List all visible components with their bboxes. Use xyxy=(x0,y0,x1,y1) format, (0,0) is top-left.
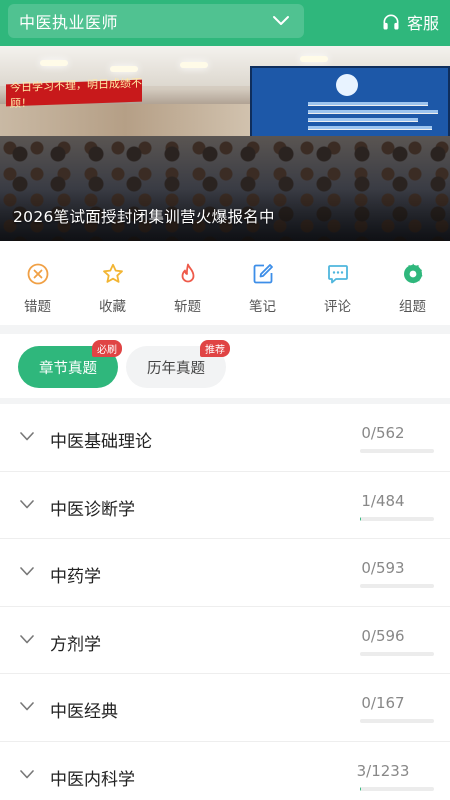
chapter-row[interactable]: 中医内科学 3/1233 xyxy=(0,742,450,800)
quick-action-label: 评论 xyxy=(324,299,351,315)
quick-action-label: 组题 xyxy=(399,299,426,315)
exam-selector-label: 中医执业医师 xyxy=(19,13,119,32)
chapter-name: 中药学 xyxy=(50,567,101,587)
question-type-tabs: 章节真题 必刷 历年真题 推荐 xyxy=(0,334,450,398)
chapter-row[interactable]: 中医经典 0/167 xyxy=(0,674,450,742)
flame-icon xyxy=(181,263,194,283)
quick-action-comments[interactable]: 评论 xyxy=(300,241,375,325)
chevron-down-icon xyxy=(273,16,289,25)
tab-chapter-questions[interactable]: 章节真题 必刷 xyxy=(18,340,122,388)
chevron-down-icon xyxy=(20,769,34,778)
top-bar: 中医执业医师 客服 xyxy=(0,0,450,46)
quick-action-compose[interactable]: 组题 xyxy=(375,241,450,325)
screen-line xyxy=(308,126,432,130)
chevron-down-icon xyxy=(20,702,34,711)
banner-projection-screen xyxy=(250,66,450,138)
quick-action-label: 收藏 xyxy=(99,299,126,315)
quick-action-wrong[interactable]: 错题 xyxy=(0,241,75,325)
gear-icon xyxy=(403,263,423,284)
star-icon xyxy=(102,263,123,283)
chapter-progress-bar xyxy=(360,719,434,723)
screen-logo xyxy=(336,74,358,96)
chevron-down-icon xyxy=(20,499,34,508)
chapter-list: 中医基础理论 0/562 中医诊断学 1/484 中药学 0/593 方剂学 0… xyxy=(0,404,450,800)
banner-lamp xyxy=(300,56,328,62)
chapter-name: 中医诊断学 xyxy=(50,499,135,520)
tab-past-papers[interactable]: 历年真题 推荐 xyxy=(126,340,230,388)
banner-caption: 2026笔试面授封闭集训营火爆报名中 xyxy=(13,208,275,226)
chapter-progress-bar xyxy=(360,449,434,453)
chapter-name: 中医经典 xyxy=(50,702,118,722)
exam-selector[interactable]: 中医执业医师 xyxy=(8,4,304,38)
tab-badge: 推荐 xyxy=(200,340,230,357)
section-divider xyxy=(0,325,450,334)
quick-action-label: 斩题 xyxy=(174,299,201,315)
headphones-icon xyxy=(383,14,399,30)
chevron-down-icon xyxy=(20,432,34,441)
chapter-progress-bar xyxy=(360,584,434,588)
tab-label: 章节真题 xyxy=(39,360,97,377)
comment-icon xyxy=(327,265,348,284)
chapter-row[interactable]: 方剂学 0/596 xyxy=(0,607,450,674)
chevron-down-icon xyxy=(20,634,34,643)
chapter-progress-count: 0/596 xyxy=(361,626,405,645)
banner-lamp xyxy=(180,62,208,68)
banner-slogan-sign: 今日学习不理，明日成绩不顾！ xyxy=(6,77,142,110)
chapter-progress-count: 0/593 xyxy=(361,559,405,577)
quick-action-label: 错题 xyxy=(24,299,51,315)
note-edit-icon xyxy=(253,264,273,284)
customer-service-button[interactable]: 客服 xyxy=(381,9,439,35)
tab-badge: 必刷 xyxy=(92,340,122,357)
chapter-row[interactable]: 中医基础理论 0/562 xyxy=(0,404,450,472)
chapter-name: 方剂学 xyxy=(50,634,101,655)
chapter-row[interactable]: 中医诊断学 1/484 xyxy=(0,472,450,539)
customer-service-label: 客服 xyxy=(406,14,439,33)
promo-banner[interactable]: 今日学习不理，明日成绩不顾！ 2026笔试面授封闭集训营火爆报名中 xyxy=(0,46,450,241)
quick-action-label: 笔记 xyxy=(249,299,276,315)
quick-action-slash[interactable]: 斩题 xyxy=(150,241,225,325)
chevron-down-icon xyxy=(20,567,34,576)
chapter-progress-count: 0/562 xyxy=(361,424,405,442)
quick-action-notes[interactable]: 笔记 xyxy=(225,241,300,325)
chapter-progress-count: 3/1233 xyxy=(356,761,410,780)
quick-action-favorites[interactable]: 收藏 xyxy=(75,241,150,325)
chapter-name: 中医基础理论 xyxy=(50,432,152,452)
screen-line xyxy=(308,110,438,114)
banner-lamp xyxy=(110,66,138,72)
banner-lamp xyxy=(40,60,68,66)
chapter-progress-count: 1/484 xyxy=(361,491,405,510)
chapter-progress-count: 0/167 xyxy=(361,694,405,712)
screen-line xyxy=(308,118,418,122)
chapter-name: 中医内科学 xyxy=(50,769,135,790)
chapter-progress-bar xyxy=(360,516,434,521)
tab-label: 历年真题 xyxy=(147,360,205,377)
screen-line xyxy=(308,102,428,106)
chapter-progress-bar xyxy=(360,786,434,791)
quick-actions: 错题 收藏 斩题 笔记 评论 组题 xyxy=(0,241,450,325)
wrong-question-icon xyxy=(27,263,48,285)
chapter-progress-bar xyxy=(360,651,434,656)
chapter-row[interactable]: 中药学 0/593 xyxy=(0,539,450,607)
